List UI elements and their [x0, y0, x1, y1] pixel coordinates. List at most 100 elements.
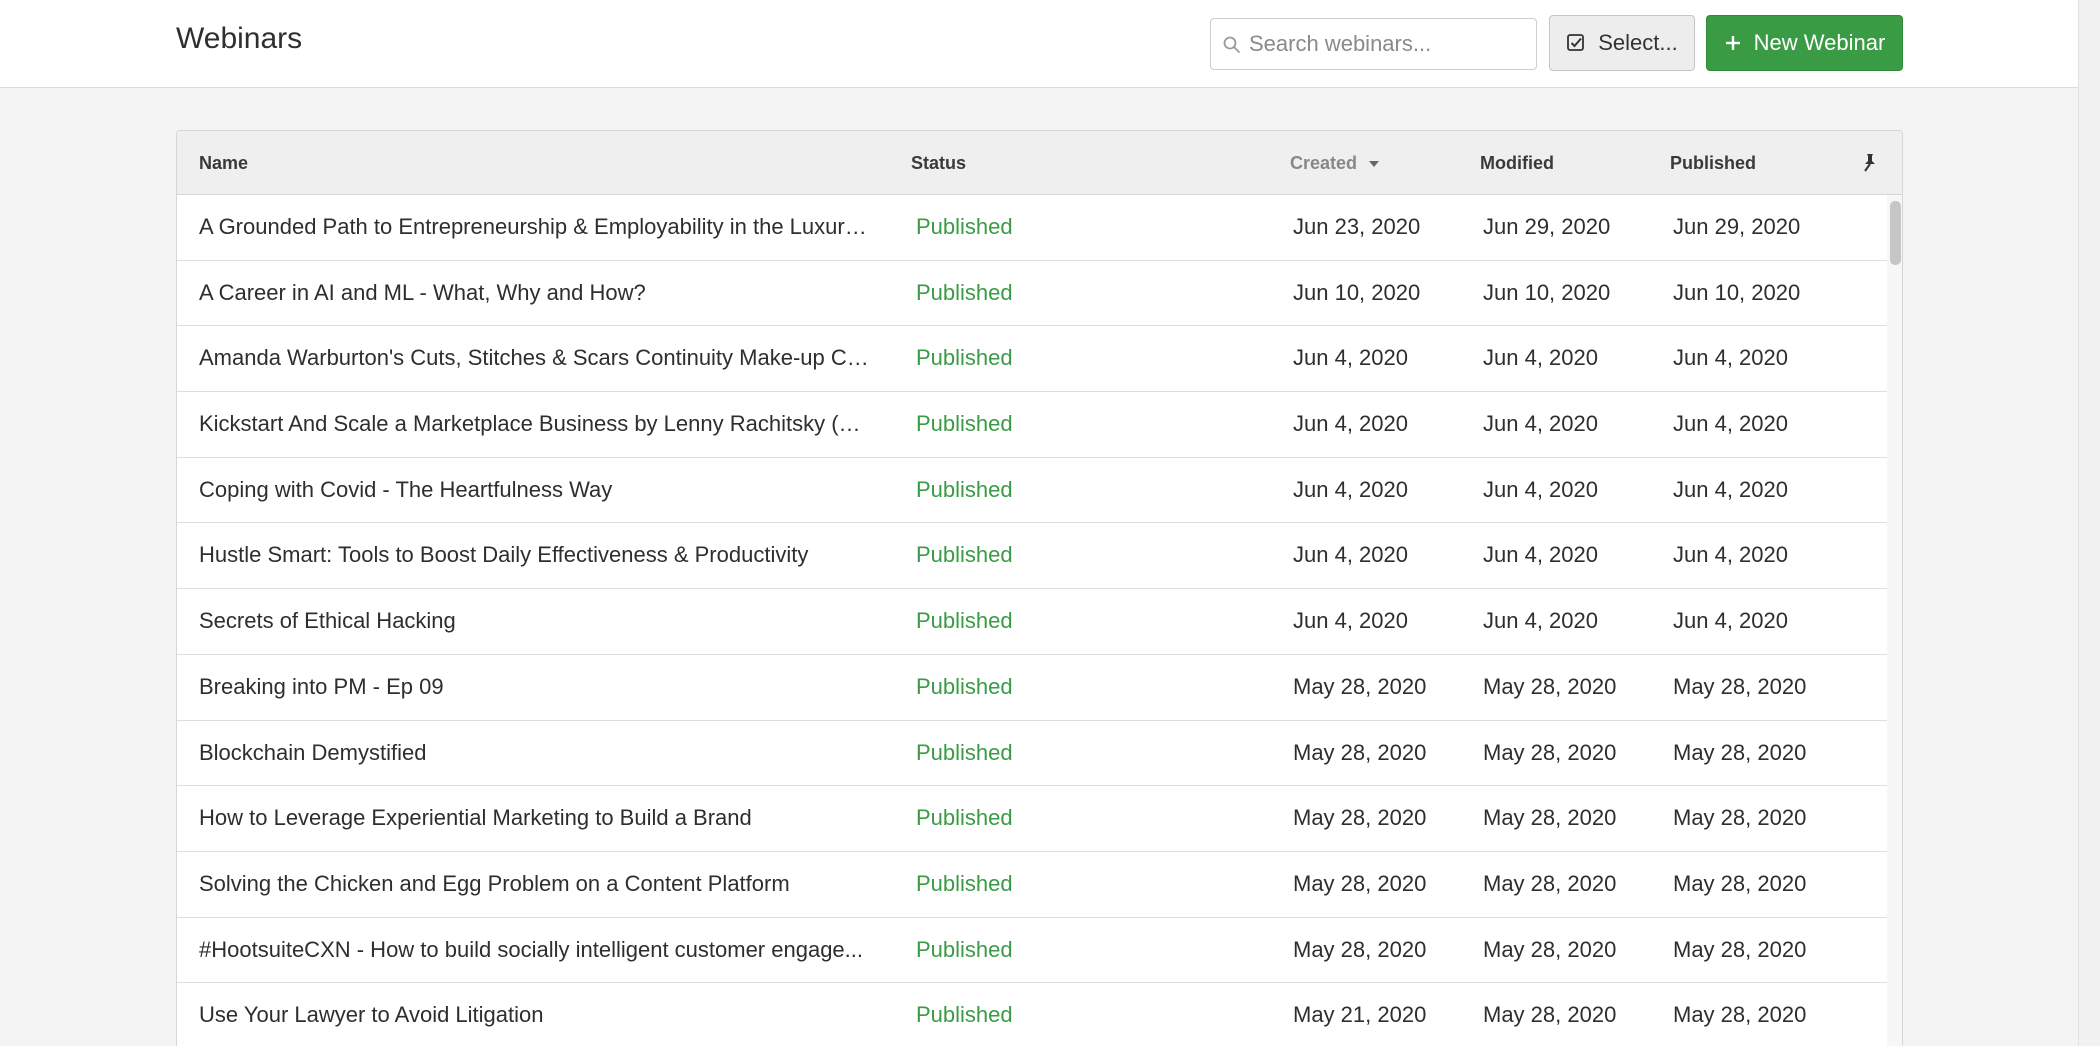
webinar-name[interactable]: A Career in AI and ML - What, Why and Ho… — [199, 261, 869, 325]
modified-date: May 28, 2020 — [1483, 805, 1617, 831]
status-cell: Published — [916, 261, 1116, 325]
table-row[interactable]: Breaking into PM - Ep 09 Published May 28,… — [177, 654, 1887, 721]
created-date: May 28, 2020 — [1293, 870, 1427, 896]
table-row[interactable]: #HootsuiteCXN - How to build socially in… — [177, 917, 1887, 984]
status-cell: Published — [916, 655, 1116, 719]
page-scrollbar[interactable] — [2078, 0, 2100, 1046]
webinars-app: Webinars Select... New Webinar Nam — [0, 0, 2100, 1046]
published-date: May 28, 2020 — [1673, 870, 1807, 896]
created-date: May 28, 2020 — [1293, 739, 1427, 765]
new-webinar-button[interactable]: New Webinar — [1706, 15, 1903, 71]
webinar-name[interactable]: Coping with Covid - The Heartfulness Way — [199, 458, 869, 522]
status-label: Published — [916, 411, 1013, 437]
webinar-name[interactable]: Hustle Smart: Tools to Boost Daily Effec… — [199, 523, 869, 587]
published-date: May 28, 2020 — [1673, 673, 1807, 699]
column-header-status[interactable]: Status — [911, 153, 966, 174]
pin-icon[interactable] — [1859, 152, 1881, 174]
table-body: A Grounded Path to Entrepreneurship & Em… — [177, 195, 1887, 1046]
select-button-label: Select... — [1598, 30, 1678, 55]
search-box[interactable] — [1210, 18, 1537, 70]
created-date: Jun 10, 2020 — [1293, 279, 1421, 305]
published-date: Jun 29, 2020 — [1673, 214, 1801, 239]
status-label: Published — [916, 936, 1013, 962]
status-label: Published — [916, 345, 1013, 371]
column-header-name[interactable]: Name — [199, 153, 248, 174]
created-date: Jun 4, 2020 — [1293, 608, 1408, 634]
modified-date: May 28, 2020 — [1483, 739, 1617, 765]
status-label: Published — [916, 476, 1013, 502]
status-cell: Published — [916, 458, 1116, 522]
column-header-created[interactable]: Created — [1290, 153, 1380, 174]
table-row[interactable]: A Grounded Path to Entrepreneurship & Em… — [177, 195, 1887, 261]
status-label: Published — [916, 542, 1013, 568]
modified-date: Jun 4, 2020 — [1483, 476, 1598, 502]
status-label: Published — [916, 673, 1013, 699]
created-date: Jun 23, 2020 — [1293, 214, 1421, 239]
status-cell: Published — [916, 195, 1116, 259]
published-date: May 28, 2020 — [1673, 805, 1807, 831]
modified-date: May 28, 2020 — [1483, 673, 1617, 699]
published-date: Jun 4, 2020 — [1673, 608, 1788, 634]
table-row[interactable]: Coping with Covid - The Heartfulness Way… — [177, 457, 1887, 524]
status-cell: Published — [916, 326, 1116, 390]
webinar-name[interactable]: How to Leverage Experiential Marketing t… — [199, 786, 869, 850]
search-input[interactable] — [1247, 19, 1532, 69]
webinar-name[interactable]: Amanda Warburton's Cuts, Stitches & Scar… — [199, 326, 869, 390]
select-button[interactable]: Select... — [1549, 15, 1695, 71]
table-row[interactable]: Kickstart And Scale a Marketplace Busine… — [177, 392, 1887, 458]
status-label: Published — [916, 1002, 1013, 1028]
created-date: Jun 4, 2020 — [1293, 411, 1408, 437]
page-title: Webinars — [176, 22, 303, 55]
table-row[interactable]: Use Your Lawyer to Avoid Litigation Publi… — [177, 983, 1887, 1046]
webinar-name[interactable]: Secrets of Ethical Hacking — [199, 589, 869, 653]
created-date: May 28, 2020 — [1293, 805, 1427, 831]
modified-date: Jun 4, 2020 — [1483, 411, 1598, 437]
table-row[interactable]: Amanda Warburton's Cuts, Stitches & Scar… — [177, 326, 1887, 393]
modified-date: Jun 29, 2020 — [1483, 214, 1611, 239]
published-date: May 28, 2020 — [1673, 739, 1807, 765]
table-row[interactable]: Solving the Chicken and Egg Problem on a… — [177, 851, 1887, 918]
published-date: May 28, 2020 — [1673, 1002, 1807, 1028]
status-label: Published — [916, 279, 1013, 305]
created-date: Jun 4, 2020 — [1293, 542, 1408, 568]
scrollbar-thumb[interactable] — [1890, 201, 1901, 265]
webinar-name[interactable]: Use Your Lawyer to Avoid Litigation — [199, 983, 869, 1046]
modified-date: Jun 4, 2020 — [1483, 345, 1598, 371]
status-label: Published — [916, 805, 1013, 831]
created-date: Jun 4, 2020 — [1293, 476, 1408, 502]
column-header-modified[interactable]: Modified — [1480, 153, 1554, 174]
webinar-name[interactable]: Blockchain Demystified — [199, 721, 869, 785]
caret-down-icon — [1369, 161, 1380, 168]
webinar-name[interactable]: #HootsuiteCXN - How to build socially in… — [199, 918, 869, 982]
published-date: Jun 4, 2020 — [1673, 476, 1788, 502]
column-header-published[interactable]: Published — [1670, 153, 1756, 174]
status-cell: Published — [916, 983, 1116, 1046]
status-cell: Published — [916, 852, 1116, 916]
status-cell: Published — [916, 392, 1116, 456]
search-icon — [1223, 36, 1240, 53]
table-row[interactable]: Secrets of Ethical Hacking Published Jun 4… — [177, 589, 1887, 655]
webinar-name[interactable]: Breaking into PM - Ep 09 — [199, 655, 869, 719]
plus-icon — [1725, 36, 1740, 50]
table-row[interactable]: Hustle Smart: Tools to Boost Daily Effec… — [177, 523, 1887, 590]
table-scrollbar[interactable] — [1887, 195, 1902, 1046]
published-date: Jun 10, 2020 — [1673, 279, 1801, 305]
status-cell: Published — [916, 589, 1116, 653]
status-label: Published — [916, 870, 1013, 896]
webinar-name[interactable]: Solving the Chicken and Egg Problem on a… — [199, 852, 869, 916]
published-date: Jun 4, 2020 — [1673, 542, 1788, 568]
table-row[interactable]: Blockchain Demystified Published May 28, 2… — [177, 720, 1887, 787]
table-row[interactable]: A Career in AI and ML - What, Why and Ho… — [177, 260, 1887, 327]
status-label: Published — [916, 739, 1013, 765]
created-date: Jun 4, 2020 — [1293, 345, 1408, 371]
published-date: Jun 4, 2020 — [1673, 411, 1788, 437]
status-cell: Published — [916, 786, 1116, 850]
webinar-name[interactable]: Kickstart And Scale a Marketplace Busine… — [199, 392, 869, 456]
modified-date: Jun 10, 2020 — [1483, 279, 1611, 305]
new-webinar-label: New Webinar — [1753, 30, 1886, 55]
top-header: Webinars Select... New Webinar — [0, 0, 2078, 88]
created-date: May 28, 2020 — [1293, 936, 1427, 962]
status-label: Published — [916, 214, 1013, 239]
table-row[interactable]: How to Leverage Experiential Marketing t… — [177, 786, 1887, 852]
webinar-name[interactable]: A Grounded Path to Entrepreneurship & Em… — [199, 195, 869, 259]
